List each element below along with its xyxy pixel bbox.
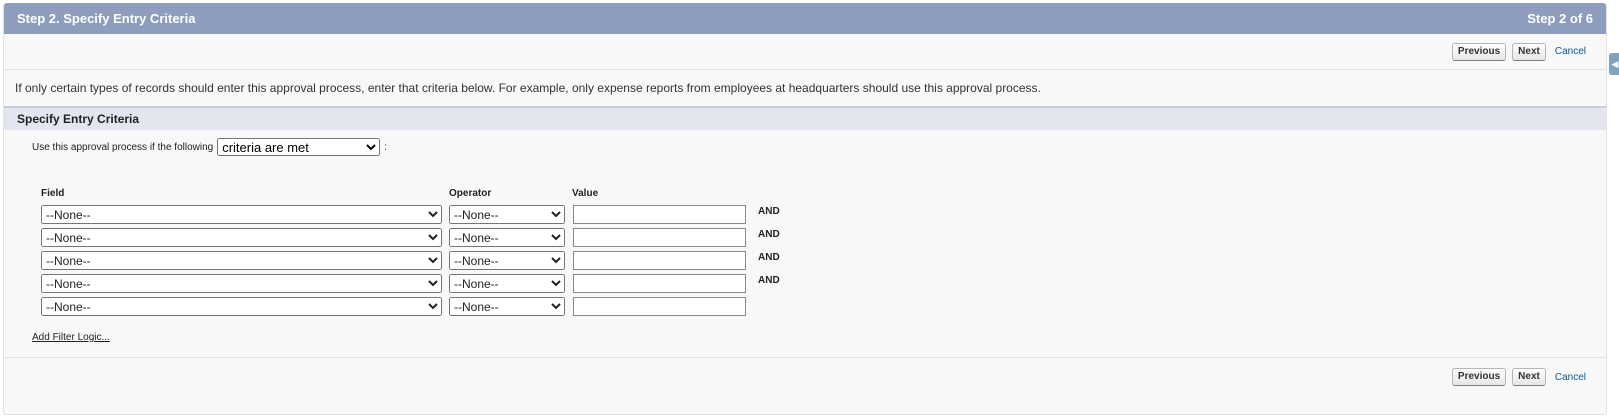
and-connector: AND <box>758 206 780 217</box>
field-select[interactable]: --None-- <box>41 228 442 247</box>
value-input[interactable] <box>573 274 746 293</box>
filter-row: --None-- --None-- AND <box>41 274 780 293</box>
criteria-colon: : <box>384 141 387 153</box>
cancel-link[interactable]: Cancel <box>1555 372 1586 383</box>
value-input[interactable] <box>573 297 746 316</box>
top-button-row: Previous Next Cancel <box>4 34 1606 69</box>
field-select[interactable]: --None-- <box>41 251 442 270</box>
cancel-link[interactable]: Cancel <box>1555 46 1586 57</box>
next-button[interactable]: Next <box>1512 368 1546 386</box>
value-column-header: Value <box>572 188 599 199</box>
operator-select[interactable]: --None-- <box>449 205 565 224</box>
criteria-label: Use this approval process if the followi… <box>32 141 214 153</box>
add-filter-logic-link[interactable]: Add Filter Logic... <box>32 332 110 343</box>
page-title: Step 2. Specify Entry Criteria <box>17 11 196 26</box>
filter-row: --None-- --None-- <box>41 297 746 316</box>
operator-select[interactable]: --None-- <box>449 251 565 270</box>
step-indicator: Step 2 of 6 <box>1527 11 1593 26</box>
operator-select[interactable]: --None-- <box>449 228 565 247</box>
criteria-row: Use this approval process if the followi… <box>32 138 387 156</box>
operator-select[interactable]: --None-- <box>449 274 565 293</box>
field-select[interactable]: --None-- <box>41 274 442 293</box>
and-connector: AND <box>758 252 780 263</box>
next-button[interactable]: Next <box>1512 42 1546 61</box>
filter-row: --None-- --None-- AND <box>41 251 780 270</box>
bottom-divider <box>4 357 1606 358</box>
section-header: Specify Entry Criteria <box>4 106 1606 130</box>
wizard-panel: Step 2. Specify Entry Criteria Step 2 of… <box>3 3 1607 415</box>
filter-row: --None-- --None-- AND <box>41 228 780 247</box>
page-header: Step 2. Specify Entry Criteria Step 2 of… <box>4 3 1606 34</box>
filter-row: --None-- --None-- AND <box>41 205 780 224</box>
previous-button[interactable]: Previous <box>1451 368 1507 386</box>
value-input[interactable] <box>573 251 746 270</box>
intro-text: If only certain types of records should … <box>4 69 1606 106</box>
chevron-left-icon[interactable]: ◀ <box>1609 53 1619 75</box>
field-select[interactable]: --None-- <box>41 205 442 224</box>
field-column-header: Field <box>41 188 65 199</box>
value-input[interactable] <box>573 228 746 247</box>
field-select[interactable]: --None-- <box>41 297 442 316</box>
and-connector: AND <box>758 275 780 286</box>
previous-button[interactable]: Previous <box>1451 42 1507 61</box>
and-connector: AND <box>758 229 780 240</box>
criteria-select[interactable]: criteria are met <box>217 138 381 156</box>
bottom-button-row: Previous Next Cancel <box>1451 368 1606 386</box>
value-input[interactable] <box>573 205 746 224</box>
operator-select[interactable]: --None-- <box>449 297 565 316</box>
operator-column-header: Operator <box>449 188 492 199</box>
